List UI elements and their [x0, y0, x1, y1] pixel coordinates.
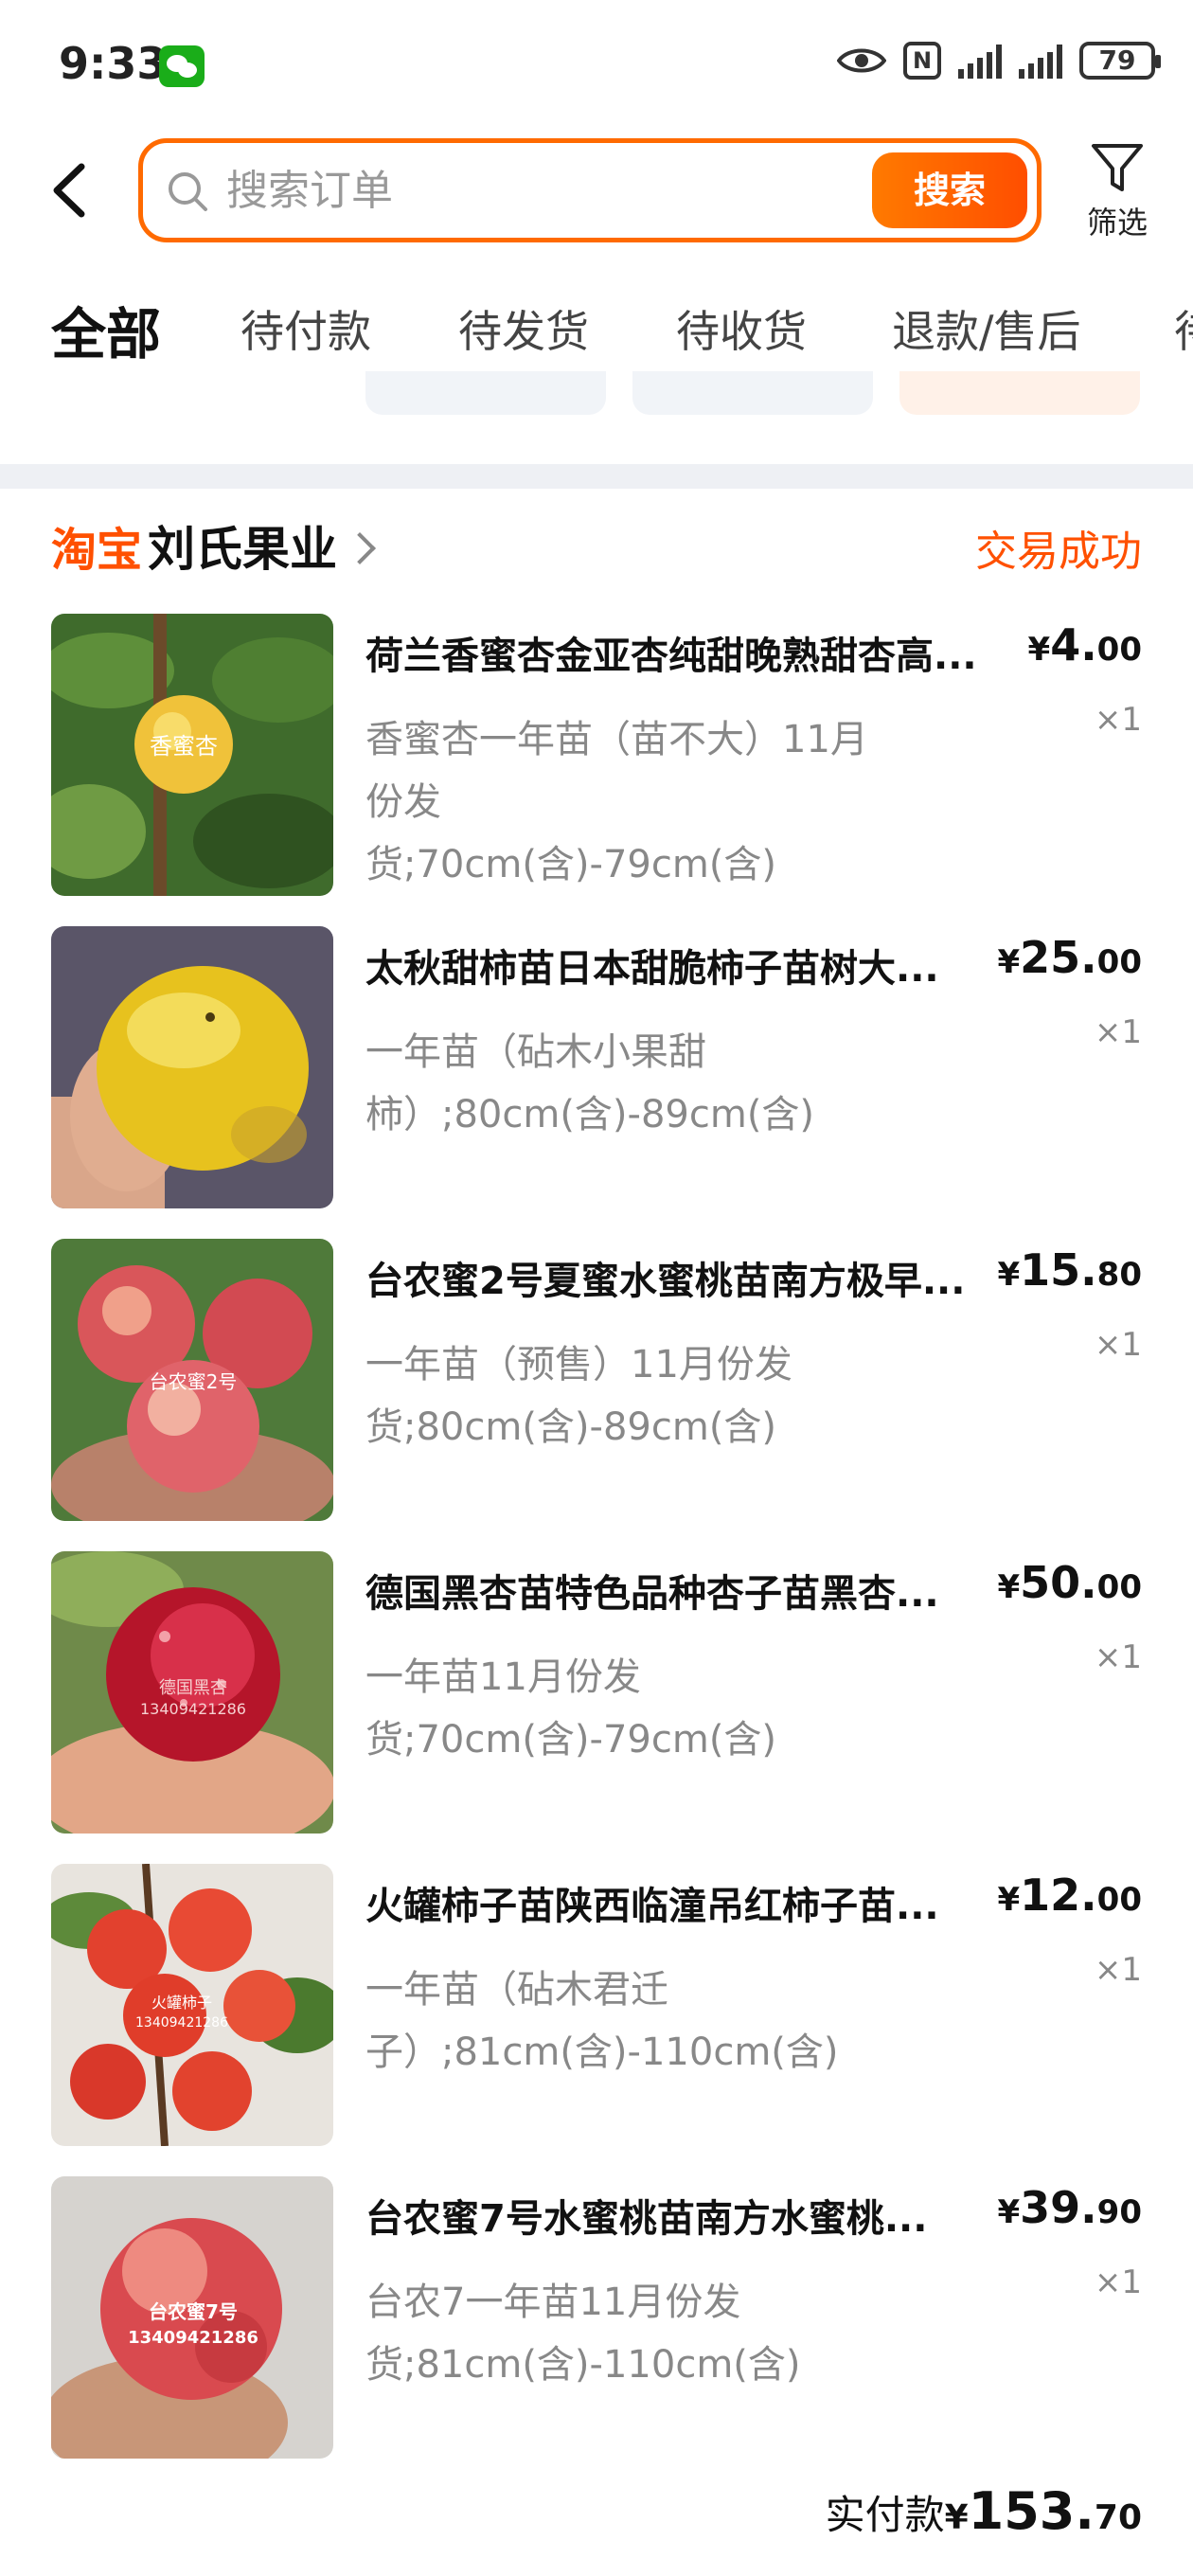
item-quantity: ×1 — [1094, 1638, 1142, 1676]
tab-refund-aftersale[interactable]: 退款/售后 — [892, 297, 1081, 360]
chevron-right-icon — [344, 532, 376, 564]
item-spec: 香蜜杏一年苗（苗不大）11月份发 货;70cm(含)-79cm(含) — [365, 708, 896, 896]
image-caption: 13409421286 — [135, 2015, 228, 2030]
search-button[interactable]: 搜索 — [872, 152, 1027, 228]
item-spec: 一年苗11月份发 货;70cm(含)-79cm(含) — [365, 1646, 896, 1771]
signal-icon — [1019, 43, 1062, 79]
tab-pending-receipt[interactable]: 待收货 — [676, 297, 807, 360]
item-title: 火罐柿子苗陕西临潼吊红柿子苗... — [365, 1885, 939, 1928]
item-spec-line: 货;80cm(含)-89cm(含) — [365, 1405, 777, 1449]
item-title: 荷兰香蜜杏金亚杏纯甜晚熟甜杏高... — [365, 635, 977, 678]
item-spec-line: 货;81cm(含)-110cm(含) — [365, 2343, 801, 2387]
item-quantity: ×1 — [1094, 701, 1142, 739]
back-button[interactable] — [44, 159, 100, 222]
platform-label: 淘宝 — [51, 524, 143, 577]
image-caption: 火罐柿子 — [151, 1994, 212, 2012]
order-item[interactable]: 台农蜜2号 台农蜜2号夏蜜水蜜桃苗南方极早... 一年苗（预售）11月份发 货;… — [51, 1239, 1142, 1523]
order-item[interactable]: 火罐柿子 13409421286 火罐柿子苗陕西临潼吊红柿子苗... 一年苗（砧… — [51, 1864, 1142, 2148]
product-image: 香蜜杏 — [51, 614, 333, 896]
filter-label: 筛选 — [1086, 205, 1148, 241]
wechat-icon — [159, 45, 205, 87]
order-item[interactable]: 香蜜杏 荷兰香蜜杏金亚杏纯甜晚熟甜杏高... 香蜜杏一年苗（苗不大）11月份发 … — [51, 614, 1142, 898]
status-time: 9:33 — [59, 38, 168, 89]
tab-pending-payment[interactable]: 待付款 — [240, 297, 371, 360]
tab-pending-shipment[interactable]: 待发货 — [458, 297, 589, 360]
image-caption: 台农蜜7号 — [149, 2300, 238, 2323]
total-label: 实付款 — [825, 2492, 945, 2538]
image-caption: 13409421286 — [128, 2328, 258, 2348]
nfc-icon: N — [903, 42, 941, 80]
status-icons: N 79 — [837, 42, 1161, 80]
item-price: ¥25.00 — [997, 932, 1143, 983]
item-spec-line: 一年苗（预售）11月份发 — [365, 1343, 792, 1386]
item-title: 德国黑杏苗特色品种杏子苗黑杏... — [365, 1572, 939, 1616]
product-image: 台农蜜7号 13409421286 — [51, 2176, 333, 2459]
tab-all[interactable]: 全部 — [51, 290, 161, 369]
card-divider — [0, 464, 1193, 489]
item-spec-line: 一年苗（砧木小果甜 — [365, 1030, 706, 1074]
item-spec-line: 台农7一年苗11月份发 — [365, 2281, 741, 2324]
item-price: ¥39.90 — [997, 2182, 1143, 2233]
item-spec-line: 柿）;80cm(含)-89cm(含) — [365, 1093, 815, 1136]
item-spec-line: 一年苗11月份发 — [365, 1655, 641, 1699]
battery-icon: 79 — [1079, 42, 1161, 80]
item-price: ¥50.00 — [997, 1557, 1143, 1608]
eye-icon — [837, 48, 886, 73]
item-spec-line: 货;70cm(含)-79cm(含) — [365, 1718, 777, 1762]
back-arrow-icon — [53, 163, 85, 218]
item-quantity: ×1 — [1094, 2263, 1142, 2301]
item-price: ¥12.00 — [997, 1869, 1143, 1921]
item-title: 台农蜜2号夏蜜水蜜桃苗南方极早... — [365, 1260, 966, 1303]
status-bar: 9:33 N 79 — [0, 0, 1193, 133]
search-icon — [169, 172, 207, 211]
item-title: 台农蜜7号水蜜桃苗南方水蜜桃... — [365, 2197, 928, 2241]
previous-order-remnant — [0, 371, 1193, 466]
order-item[interactable]: 太秋甜柿苗日本甜脆柿子苗树大... 一年苗（砧木小果甜 柿）;80cm(含)-8… — [51, 926, 1142, 1210]
search-box[interactable]: 搜索 — [138, 138, 1042, 242]
signal-icon — [958, 43, 1002, 79]
order-status: 交易成功 — [975, 528, 1142, 576]
tab-more[interactable]: 待 — [1174, 297, 1193, 360]
item-price: ¥15.80 — [997, 1244, 1143, 1296]
shop-header[interactable]: 淘宝 刘氏果业 交易成功 — [51, 511, 1142, 587]
item-spec: 一年苗（砧木君迁 子）;81cm(含)-110cm(含) — [365, 1959, 896, 2084]
item-quantity: ×1 — [1094, 1951, 1142, 1989]
item-title: 太秋甜柿苗日本甜脆柿子苗树大... — [365, 947, 939, 991]
previous-action-chip[interactable] — [365, 371, 606, 415]
product-image: 台农蜜2号 — [51, 1239, 333, 1521]
product-image — [51, 926, 333, 1208]
previous-action-chip[interactable] — [632, 371, 873, 415]
order-item[interactable]: 德国黑杏 13409421286 德国黑杏苗特色品种杏子苗黑杏... 一年苗11… — [51, 1551, 1142, 1835]
image-caption: 台农蜜2号 — [150, 1370, 238, 1393]
image-caption: 德国黑杏 — [159, 1678, 227, 1698]
image-caption: 13409421286 — [140, 1700, 246, 1718]
order-item[interactable]: 台农蜜7号 13409421286 台农蜜7号水蜜桃苗南方水蜜桃... 台农7一… — [51, 2176, 1142, 2460]
item-spec-line: 货;70cm(含)-79cm(含) — [365, 843, 777, 886]
order-total: 实付款¥153.70 — [825, 2481, 1142, 2541]
item-spec: 一年苗（砧木小果甜 柿）;80cm(含)-89cm(含) — [365, 1021, 896, 1146]
image-caption: 香蜜杏 — [150, 733, 218, 760]
item-spec-line: 一年苗（砧木君迁 — [365, 1968, 668, 2012]
previous-action-chip[interactable] — [899, 371, 1140, 415]
item-spec-line: 子）;81cm(含)-110cm(含) — [365, 2030, 839, 2074]
item-spec: 一年苗（预售）11月份发 货;80cm(含)-89cm(含) — [365, 1333, 896, 1458]
item-quantity: ×1 — [1094, 1326, 1142, 1364]
item-price: ¥4.00 — [1027, 619, 1142, 671]
filter-button[interactable]: 筛选 — [1079, 140, 1155, 244]
search-input[interactable] — [224, 160, 796, 223]
item-quantity: ×1 — [1094, 1013, 1142, 1051]
filter-icon — [1092, 144, 1143, 191]
product-image: 火罐柿子 13409421286 — [51, 1864, 333, 2146]
shop-name: 刘氏果业 — [148, 522, 338, 577]
product-image: 德国黑杏 13409421286 — [51, 1551, 333, 1834]
item-spec-line: 香蜜杏一年苗（苗不大）11月份发 — [365, 718, 868, 824]
order-tabs: 全部 待付款 待发货 待收货 退款/售后 待 — [0, 284, 1193, 369]
item-spec: 台农7一年苗11月份发 货;81cm(含)-110cm(含) — [365, 2271, 896, 2396]
